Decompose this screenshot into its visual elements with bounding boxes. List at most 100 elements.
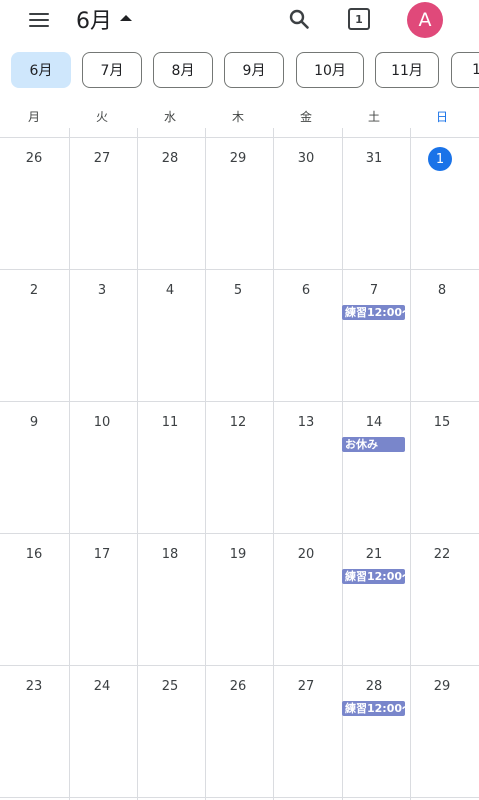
day-number: 29: [433, 679, 451, 694]
day-cell[interactable]: 31: [340, 137, 408, 269]
event-chip[interactable]: 練習12:00～: [342, 569, 405, 584]
event-chip[interactable]: お休み: [342, 437, 405, 452]
day-number: 29: [229, 151, 247, 166]
month-selector[interactable]: 6月: [76, 4, 132, 34]
weekday-label: 木: [231, 110, 244, 124]
weekday-label: 火: [95, 110, 108, 124]
day-number: 26: [25, 151, 43, 166]
today-icon-number: 1: [355, 12, 363, 26]
day-number: 28: [365, 679, 383, 694]
day-number: 7: [369, 283, 379, 298]
day-number: 28: [161, 151, 179, 166]
weekday-label: 金: [299, 110, 312, 124]
day-cell[interactable]: 16: [0, 533, 68, 665]
weekday-label: 月: [27, 110, 40, 124]
today-date: 1: [428, 147, 452, 171]
day-number: 11: [161, 415, 179, 430]
day-number: 13: [297, 415, 315, 430]
weekday-label: 水: [163, 110, 176, 124]
day-number: 15: [433, 415, 451, 430]
weekday-label: 日: [435, 110, 448, 124]
day-cell[interactable]: 27: [272, 665, 340, 797]
day-number: 20: [297, 547, 315, 562]
day-cell[interactable]: 9: [0, 401, 68, 533]
day-number: 18: [161, 547, 179, 562]
search-icon[interactable]: [287, 7, 311, 31]
day-cell[interactable]: 8: [408, 269, 476, 401]
day-cell[interactable]: 26: [204, 665, 272, 797]
day-cell[interactable]: 28: [136, 137, 204, 269]
day-cell[interactable]: 18: [136, 533, 204, 665]
caret-up-icon: [120, 15, 132, 21]
day-number: 17: [93, 547, 111, 562]
day-cell[interactable]: 13: [272, 401, 340, 533]
day-number: 23: [25, 679, 43, 694]
day-number: 5: [233, 283, 243, 298]
day-cell[interactable]: 12: [204, 401, 272, 533]
day-cell[interactable]: 28 練習12:00～: [340, 665, 408, 797]
day-number: 24: [93, 679, 111, 694]
day-cell[interactable]: 29: [408, 665, 476, 797]
day-cell[interactable]: 3: [68, 269, 136, 401]
day-number: 14: [365, 415, 383, 430]
day-number: 4: [165, 283, 175, 298]
day-number: 27: [297, 679, 315, 694]
day-number: 21: [365, 547, 383, 562]
day-cell[interactable]: 19: [204, 533, 272, 665]
avatar[interactable]: A: [407, 2, 443, 38]
day-cell[interactable]: 29: [204, 137, 272, 269]
day-cell[interactable]: 5: [204, 269, 272, 401]
day-number: 22: [433, 547, 451, 562]
month-chips: 6月 7月 8月 9月 10月 11月 12: [0, 52, 479, 88]
day-cell[interactable]: 4: [136, 269, 204, 401]
menu-icon[interactable]: [27, 10, 51, 30]
day-number: 27: [93, 151, 111, 166]
day-cell[interactable]: 11: [136, 401, 204, 533]
day-number: 12: [229, 415, 247, 430]
day-number: 6: [301, 283, 311, 298]
day-cell[interactable]: 22: [408, 533, 476, 665]
month-chip[interactable]: 6月: [11, 52, 71, 88]
weekday-header: 月火水木金土日: [0, 108, 479, 128]
day-number: 16: [25, 547, 43, 562]
day-cell[interactable]: 20: [272, 533, 340, 665]
day-cell[interactable]: 10: [68, 401, 136, 533]
day-number: 26: [229, 679, 247, 694]
month-chip[interactable]: 9月: [224, 52, 284, 88]
top-app-bar: 6月 1 A: [0, 0, 479, 40]
day-cell[interactable]: 7 練習12:00～: [340, 269, 408, 401]
weekday-label: 土: [367, 110, 380, 124]
today-icon[interactable]: 1: [348, 8, 370, 30]
day-cell[interactable]: 30: [272, 137, 340, 269]
event-chip[interactable]: 練習12:00～: [342, 701, 405, 716]
day-cell[interactable]: 15: [408, 401, 476, 533]
day-number: 3: [97, 283, 107, 298]
month-chip[interactable]: 7月: [82, 52, 142, 88]
day-cell[interactable]: 17: [68, 533, 136, 665]
day-number: 25: [161, 679, 179, 694]
day-cell[interactable]: 14 お休み: [340, 401, 408, 533]
day-cell[interactable]: 6: [272, 269, 340, 401]
day-cell[interactable]: 23: [0, 665, 68, 797]
day-cell[interactable]: 2: [0, 269, 68, 401]
day-cell[interactable]: 26: [0, 137, 68, 269]
month-chip[interactable]: 8月: [153, 52, 213, 88]
day-cell[interactable]: 24: [68, 665, 136, 797]
day-number: 2: [29, 283, 39, 298]
day-cell[interactable]: 25: [136, 665, 204, 797]
day-number: 10: [93, 415, 111, 430]
avatar-letter: A: [418, 9, 432, 31]
day-number: 31: [365, 151, 383, 166]
month-chip[interactable]: 11月: [375, 52, 439, 88]
day-number: 30: [297, 151, 315, 166]
day-number: 8: [437, 283, 447, 298]
month-chip[interactable]: 10月: [296, 52, 364, 88]
day-number: 19: [229, 547, 247, 562]
row-divider: [0, 797, 479, 798]
month-grid: 2627282930311234567練習12:00～891011121314お…: [0, 128, 479, 800]
event-chip[interactable]: 練習12:00～: [342, 305, 405, 320]
month-chip[interactable]: 12: [451, 52, 479, 88]
day-cell[interactable]: 27: [68, 137, 136, 269]
day-cell[interactable]: 1: [408, 137, 476, 269]
day-cell[interactable]: 21 練習12:00～: [340, 533, 408, 665]
